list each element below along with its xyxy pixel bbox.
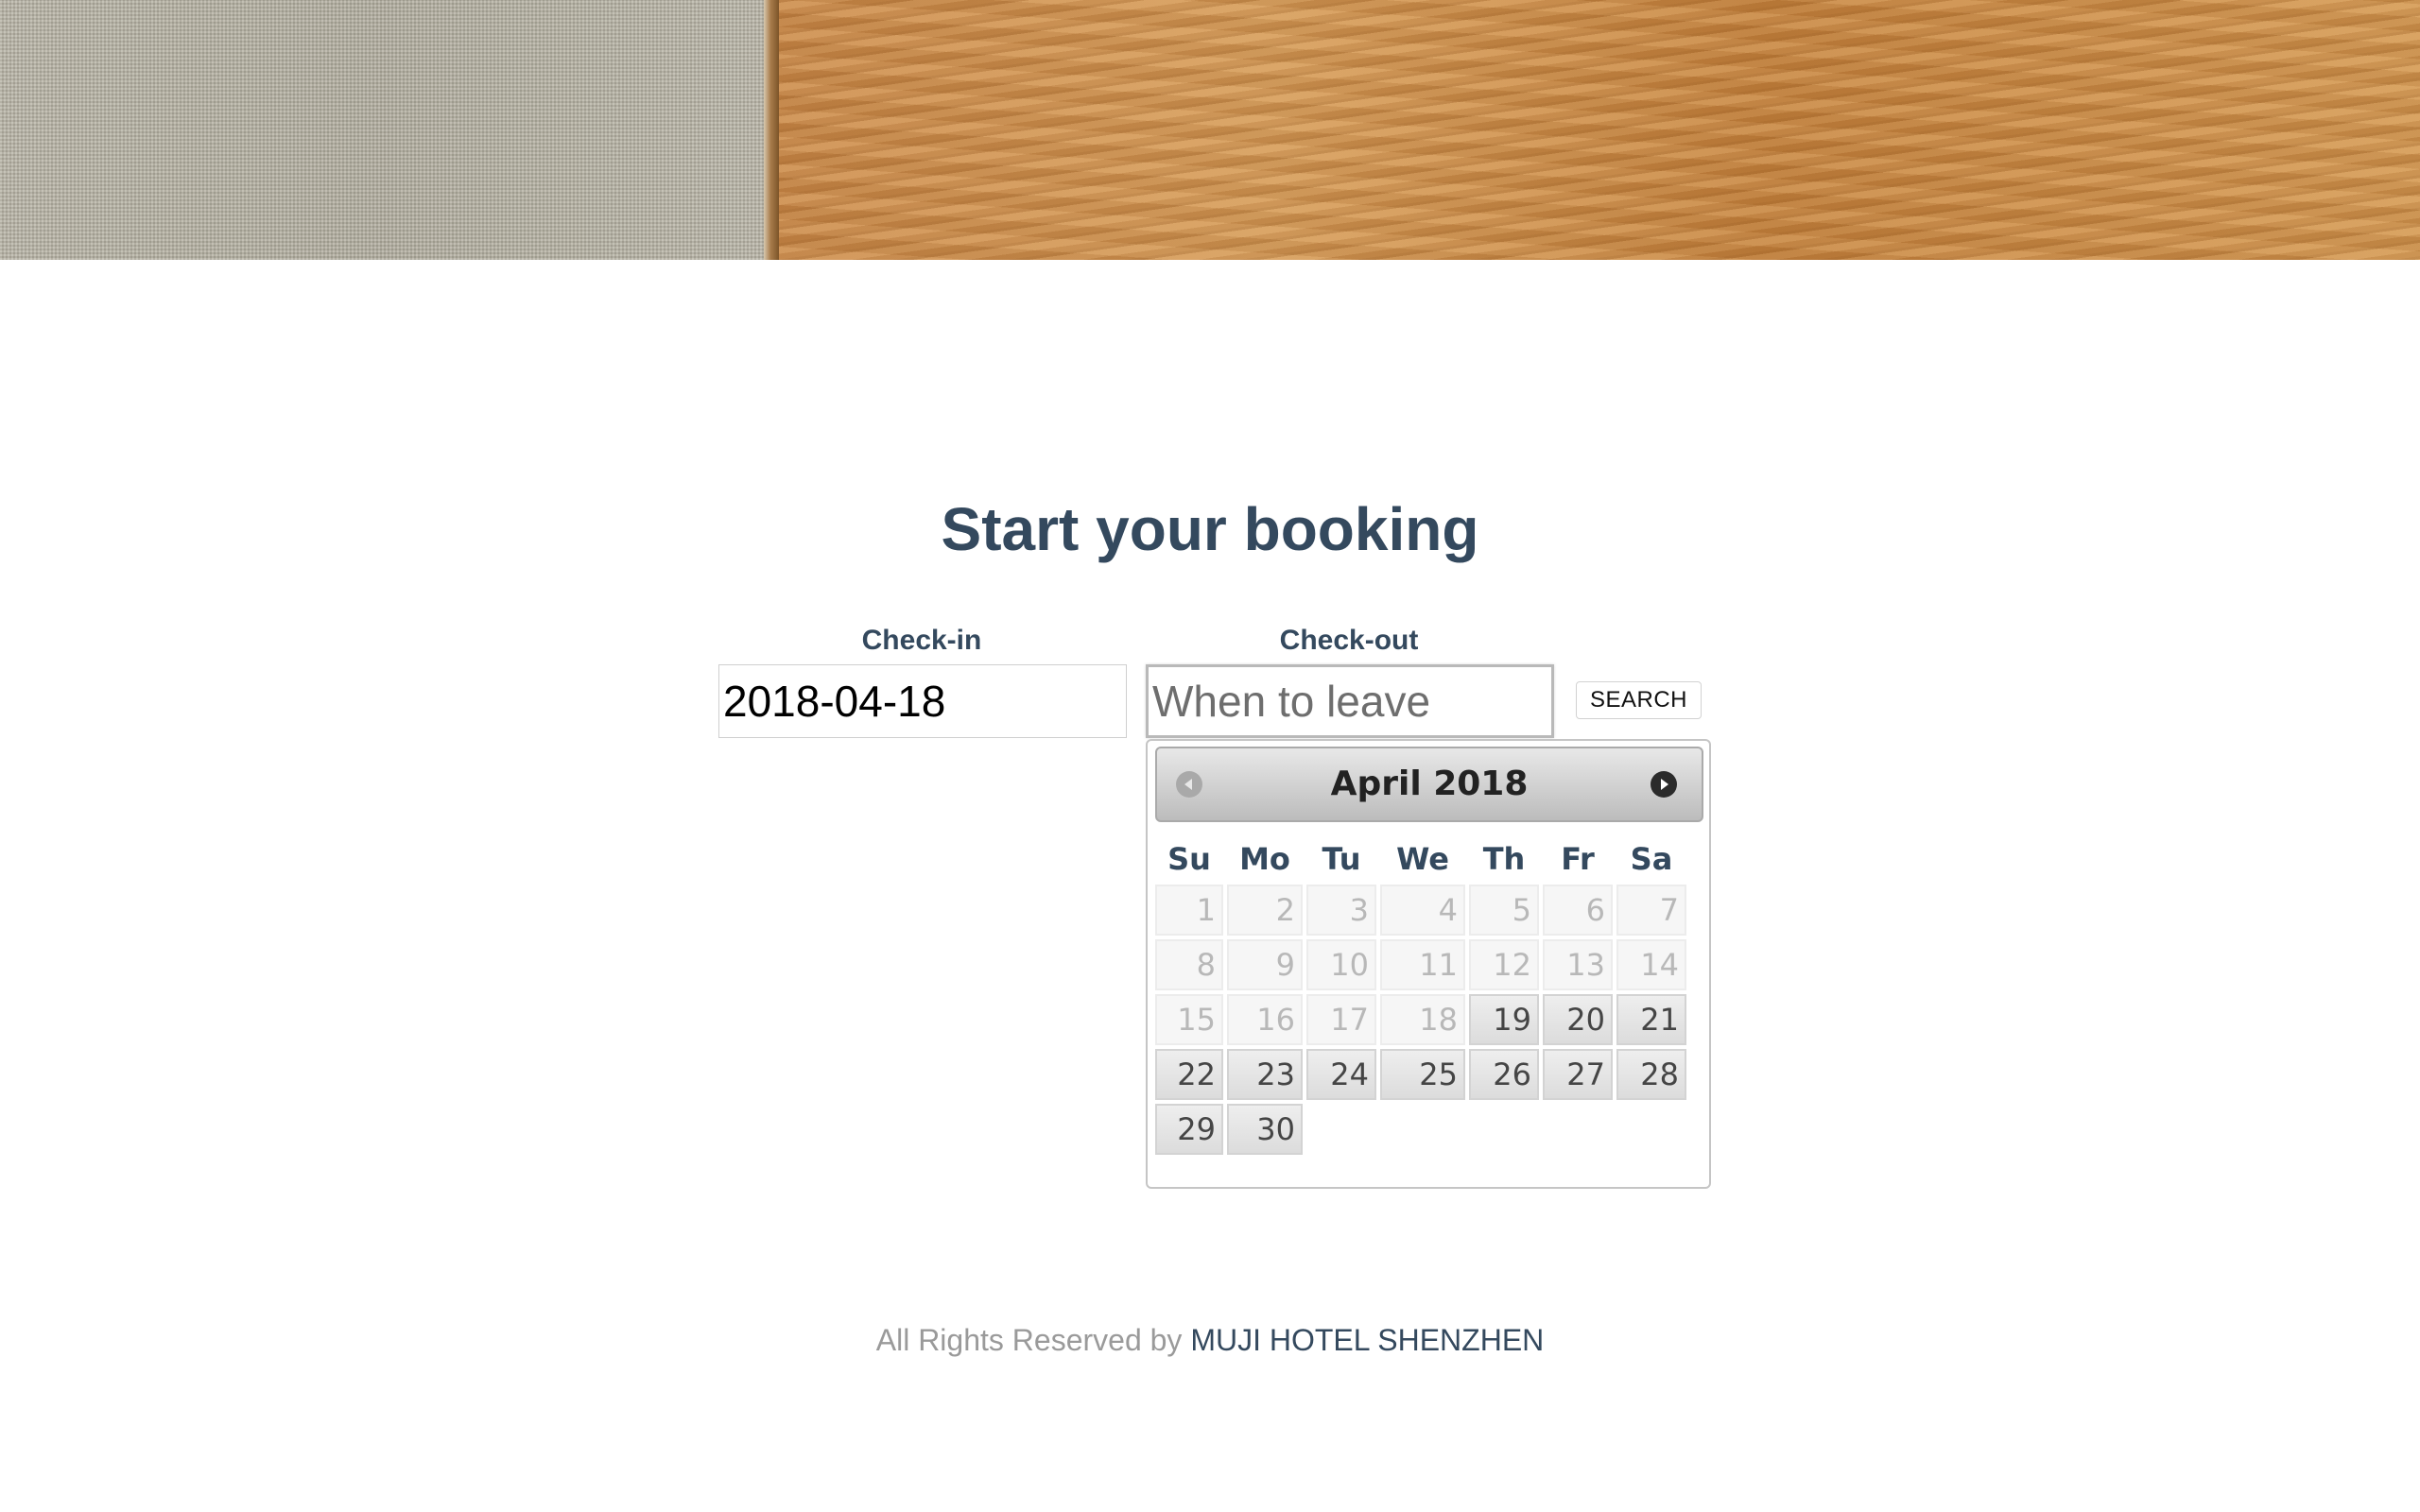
calendar-day-disabled: 9	[1227, 939, 1303, 990]
checkin-input[interactable]	[718, 664, 1127, 738]
calendar-day-disabled: 15	[1155, 994, 1223, 1045]
weekday-header: We	[1396, 841, 1449, 877]
calendar-day[interactable]: 30	[1227, 1104, 1303, 1155]
linen-texture-image	[0, 0, 764, 260]
calendar-day-disabled: 17	[1306, 994, 1376, 1045]
checkout-label: Check-out	[1279, 625, 1419, 656]
calendar-week-row: 8 9 10 11 12 13 14	[1155, 939, 1686, 990]
calendar-day-disabled: 10	[1306, 939, 1376, 990]
weekday-header: Sa	[1630, 841, 1673, 877]
calendar-empty-cell	[1469, 1104, 1539, 1155]
calendar-empty-cell	[1543, 1104, 1613, 1155]
calendar-day-disabled: 16	[1227, 994, 1303, 1045]
weekday-header: Su	[1167, 841, 1211, 877]
footer-text: All Rights Reserved by	[875, 1323, 1191, 1357]
datepicker-month-title: April 2018	[1330, 765, 1529, 803]
footer-hotel-link[interactable]: MUJI HOTEL SHENZHEN	[1190, 1323, 1544, 1357]
calendar-day-disabled: 7	[1616, 885, 1686, 936]
calendar-day[interactable]: 26	[1469, 1049, 1539, 1100]
calendar-day[interactable]: 24	[1306, 1049, 1376, 1100]
calendar-week-row: 22 23 24 25 26 27 28	[1155, 1049, 1686, 1100]
calendar-day[interactable]: 19	[1469, 994, 1539, 1045]
calendar-day-disabled: 13	[1543, 939, 1613, 990]
datepicker: April 2018 Su Mo Tu We Th Fr Sa 12345678…	[1146, 739, 1711, 1189]
calendar-day[interactable]: 20	[1543, 994, 1613, 1045]
weekday-header: Th	[1482, 841, 1526, 877]
calendar-day-disabled: 12	[1469, 939, 1539, 990]
weekday-header: Mo	[1239, 841, 1290, 877]
calendar-day[interactable]: 23	[1227, 1049, 1303, 1100]
weekday-header: Fr	[1561, 841, 1595, 877]
page-title: Start your booking	[941, 495, 1479, 563]
calendar-day[interactable]: 21	[1616, 994, 1686, 1045]
checkin-label: Check-in	[861, 625, 982, 656]
calendar-day-disabled: 2	[1227, 885, 1303, 936]
calendar-day-disabled: 3	[1306, 885, 1376, 936]
next-month-icon[interactable]	[1651, 771, 1677, 798]
calendar-day-disabled: 11	[1380, 939, 1465, 990]
calendar-empty-cell	[1306, 1104, 1376, 1155]
calendar-day[interactable]: 29	[1155, 1104, 1223, 1155]
calendar-day[interactable]: 22	[1155, 1049, 1223, 1100]
datepicker-header: April 2018	[1155, 747, 1703, 822]
calendar-day-disabled: 18	[1380, 994, 1465, 1045]
calendar-day-disabled: 6	[1543, 885, 1613, 936]
calendar-day-disabled: 8	[1155, 939, 1223, 990]
calendar-empty-cell	[1380, 1104, 1465, 1155]
calendar-grid: Su Mo Tu We Th Fr Sa 1 2 3 4 5 6 7 8 9 10 11 12 13 14…	[1151, 833, 1690, 1159]
weekday-header-row: Su Mo Tu We Th Fr Sa	[1155, 837, 1686, 881]
calendar-empty-cell	[1616, 1104, 1686, 1155]
search-button[interactable]: SEARCH	[1576, 681, 1702, 719]
checkout-input[interactable]	[1146, 664, 1554, 738]
banner-divider	[764, 0, 779, 260]
header-banner	[0, 0, 2420, 260]
calendar-week-row: 15 16 17 18 19 20 21	[1155, 994, 1686, 1045]
calendar-day[interactable]: 25	[1380, 1049, 1465, 1100]
wood-texture-image	[779, 0, 2420, 260]
calendar-week-row: 1234567	[1155, 885, 1686, 936]
calendar-week-row: 29 30	[1155, 1104, 1686, 1155]
calendar-day-disabled: 1	[1155, 885, 1223, 936]
calendar-day-disabled: 4	[1380, 885, 1465, 936]
weekday-header: Tu	[1322, 841, 1361, 877]
calendar-day[interactable]: 28	[1616, 1049, 1686, 1100]
calendar-day-disabled: 14	[1616, 939, 1686, 990]
calendar-day-disabled: 5	[1469, 885, 1539, 936]
footer: All Rights Reserved by MUJI HOTEL SHENZH…	[0, 1321, 2420, 1359]
calendar-day[interactable]: 27	[1543, 1049, 1613, 1100]
